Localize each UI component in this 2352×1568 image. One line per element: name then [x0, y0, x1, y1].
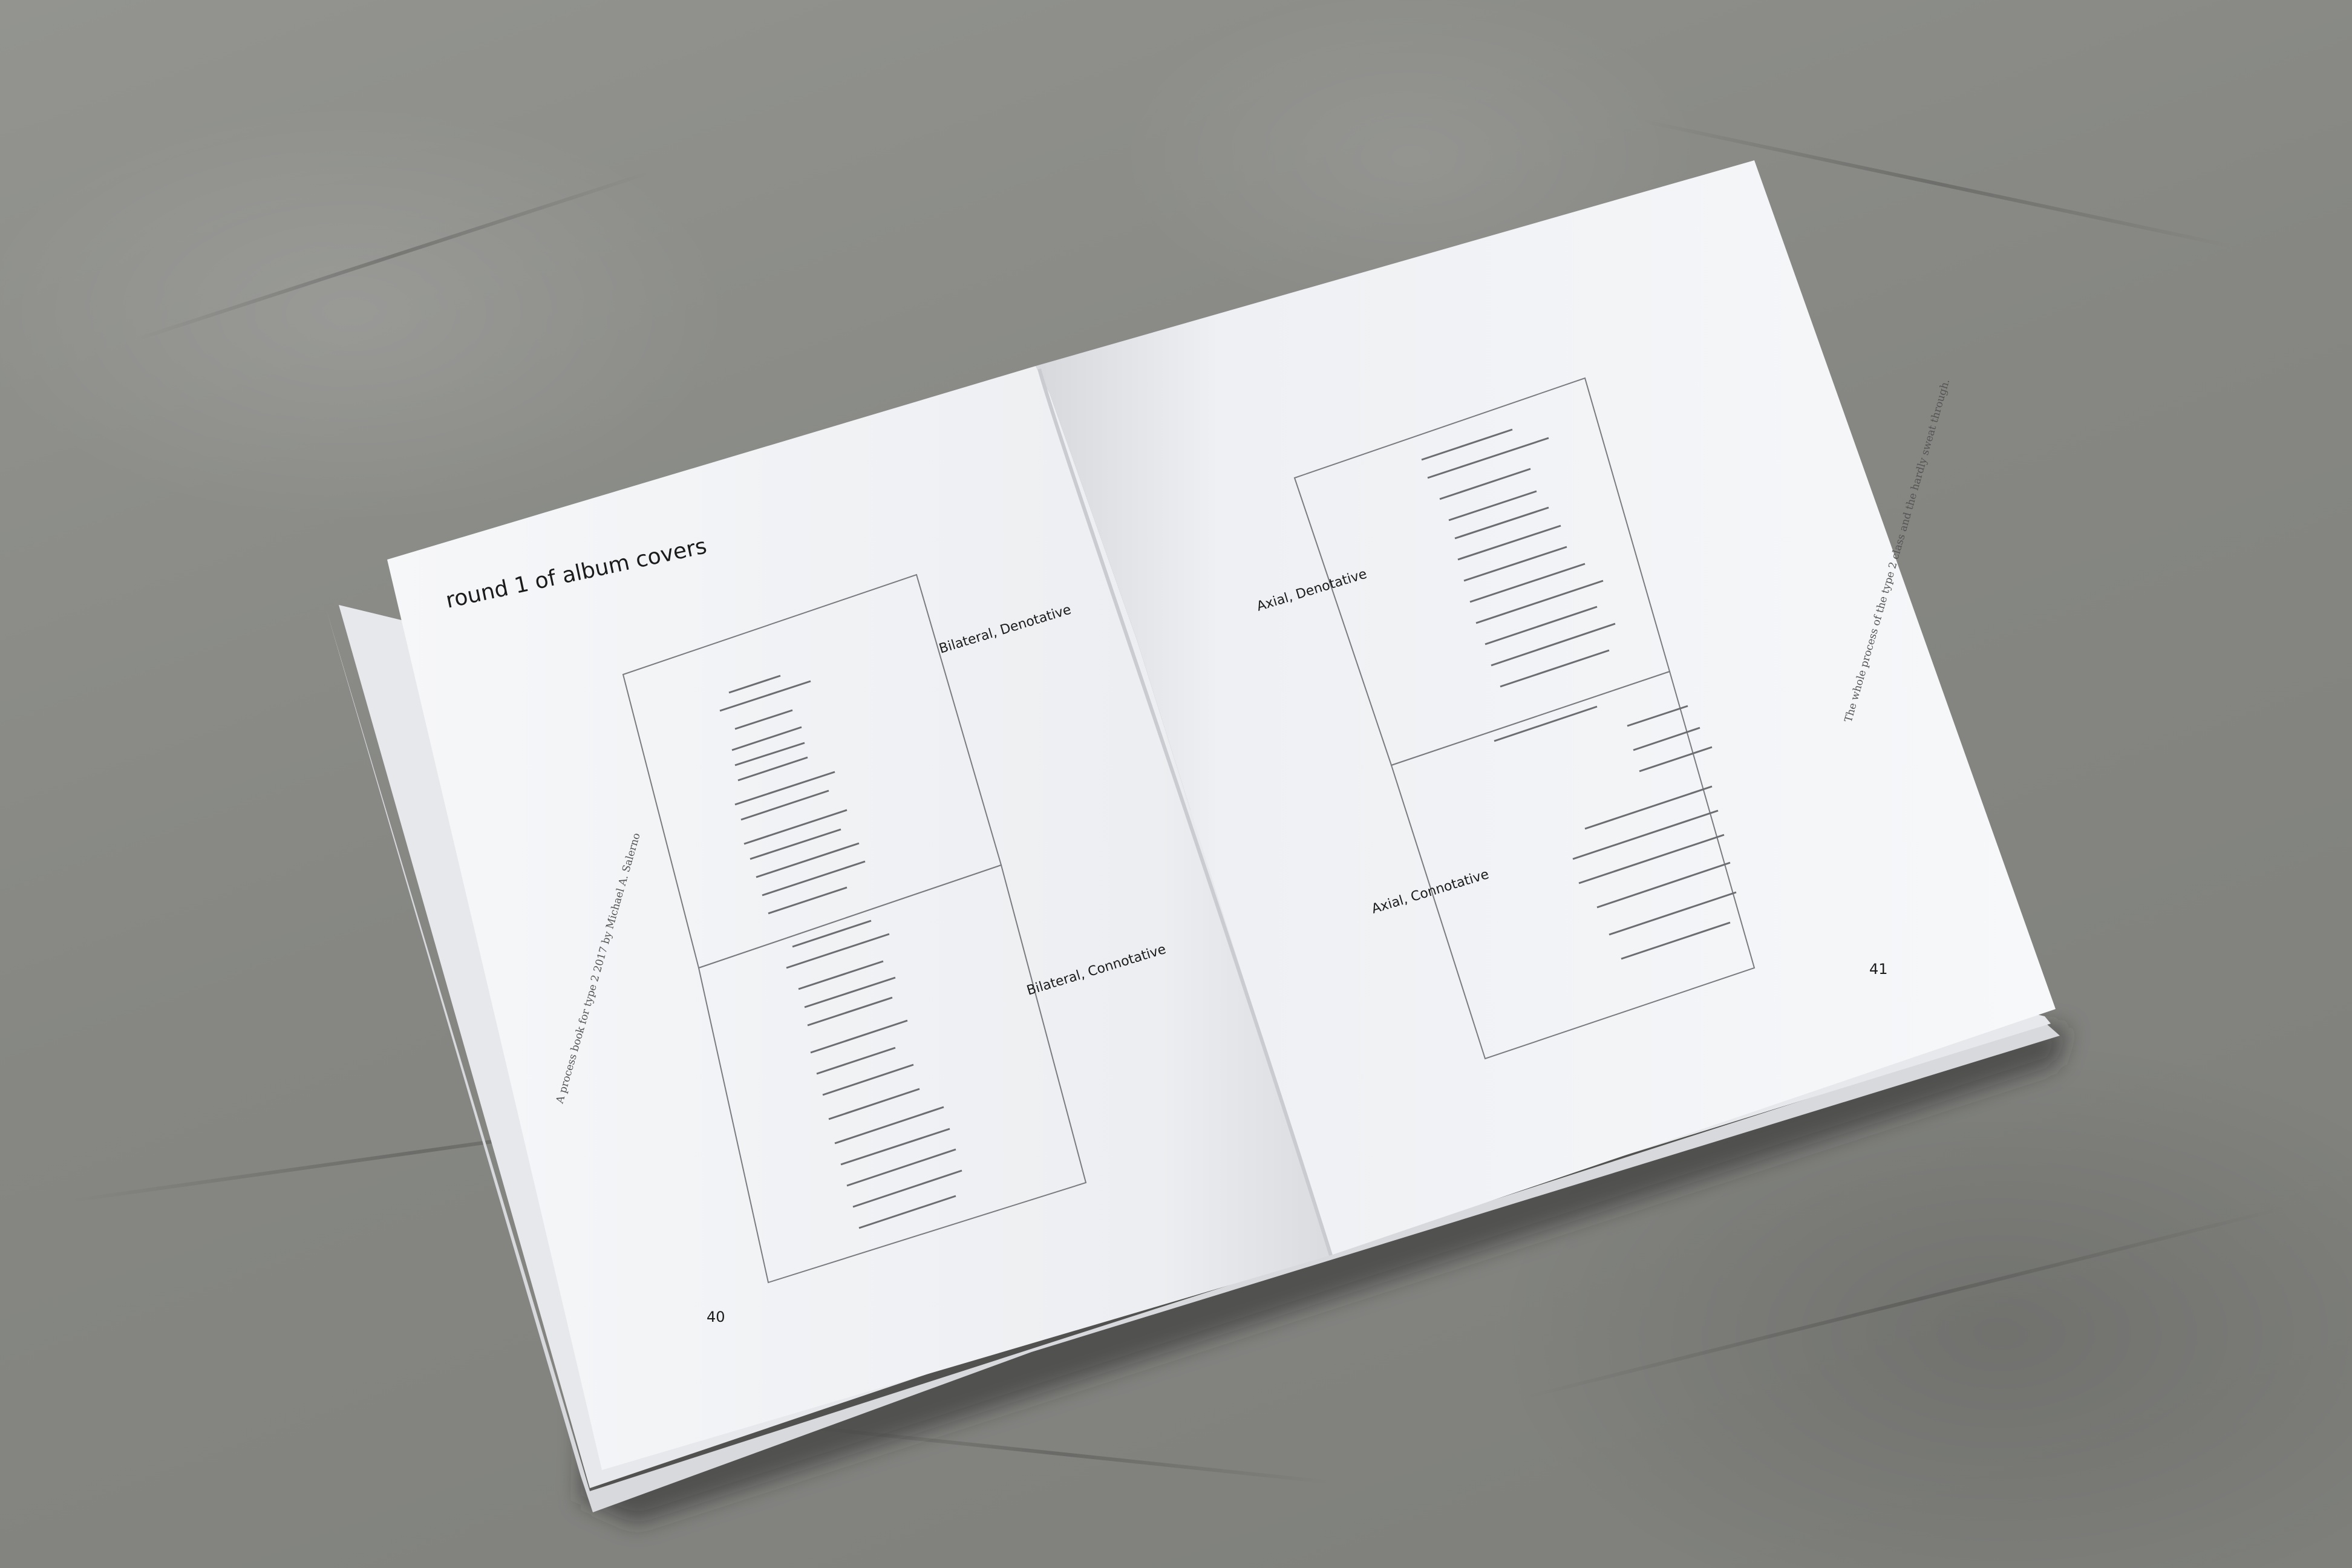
left-page-number: 40	[707, 1308, 725, 1325]
open-book: round 1 of album covers Bilateral, Denot…	[327, 160, 2069, 1524]
right-page-number: 41	[1869, 961, 1888, 978]
